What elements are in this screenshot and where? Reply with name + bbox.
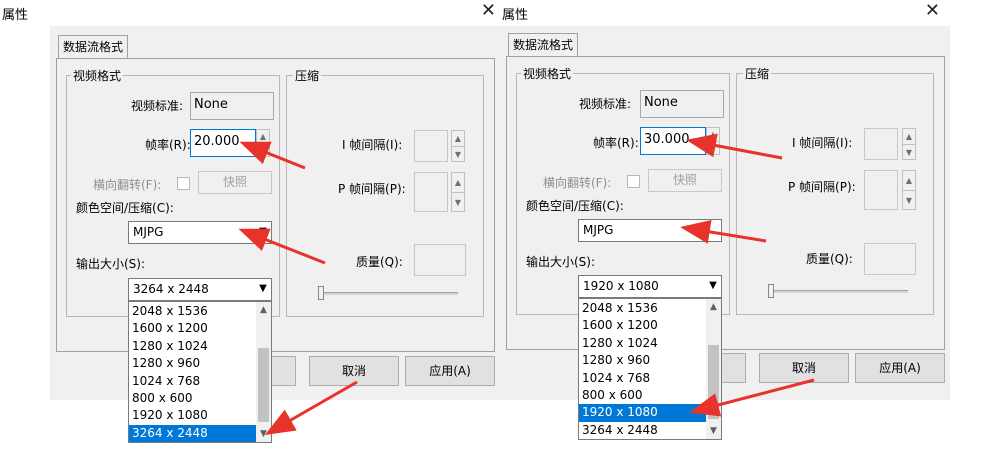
annotation-arrows [238,133,815,435]
arrow-frame-rate-left [239,141,306,170]
arrow-frame-rate-right [686,133,783,160]
arrow-output-size-left [264,380,358,435]
arrow-color-space-left [238,228,326,265]
arrow-output-size-right [689,378,815,417]
arrow-color-space-right [680,220,767,244]
